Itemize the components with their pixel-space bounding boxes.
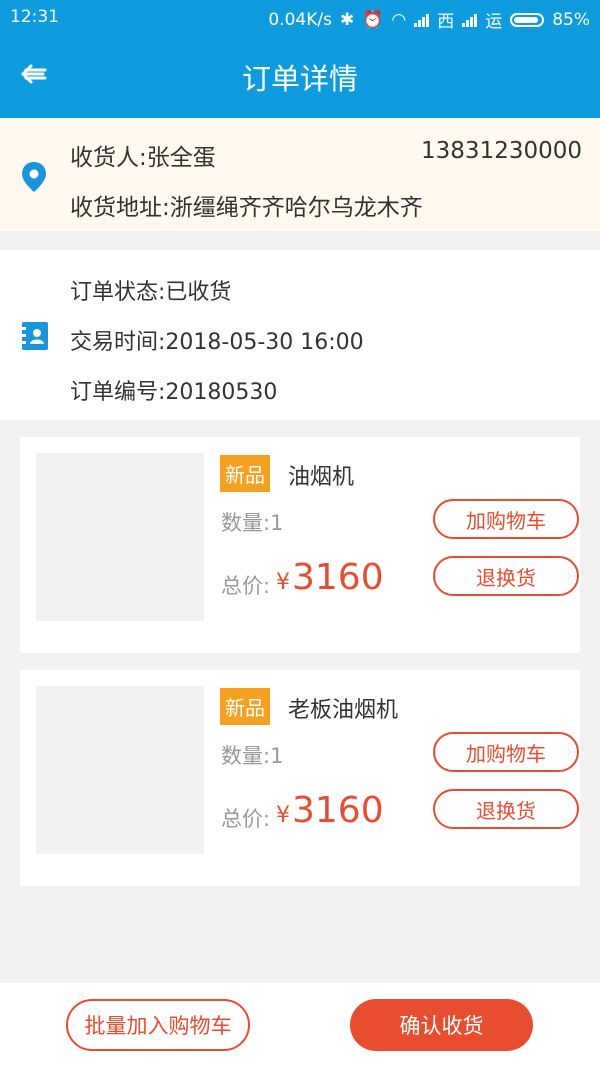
order-time: 交易时间:2018-05-30 16:00 <box>70 330 364 355</box>
return-exchange-button[interactable]: 退换货 <box>433 556 579 596</box>
product-name[interactable]: 油烟机 <box>288 459 354 491</box>
nav-bar: 订单详情 <box>0 34 600 118</box>
confirm-receipt-button[interactable]: 确认收货 <box>350 999 533 1051</box>
price-label: 总价: <box>221 807 271 831</box>
alarm-icon: ⏰ <box>362 9 384 30</box>
add-to-cart-button[interactable]: 加购物车 <box>433 499 579 539</box>
signal-icon <box>462 13 478 27</box>
contact-card-icon <box>22 322 48 350</box>
product-image[interactable] <box>36 686 204 854</box>
order-status: 订单状态:已收货 <box>70 280 232 305</box>
order-number: 订单编号:20180530 <box>70 380 278 405</box>
product-name[interactable]: 老板油烟机 <box>288 692 398 724</box>
carrier-2: 运 <box>485 12 503 32</box>
receiver-address: 收货地址:浙缰绳齐齐哈尔乌龙木齐 <box>70 195 423 221</box>
product-image[interactable] <box>36 453 204 621</box>
status-time: 12:31 <box>10 7 59 27</box>
product-price: 3160 <box>292 557 384 598</box>
product-price: 3160 <box>292 790 384 831</box>
status-bar: 12:31 0.04K/s ✱ ⏰ ◠ 西 运 85% <box>0 0 600 34</box>
bluetooth-icon: ✱ <box>339 9 355 30</box>
product-quantity: 数量:1 <box>221 511 284 535</box>
return-exchange-button[interactable]: 退换货 <box>433 789 579 829</box>
address-section[interactable]: 收货人:张全蛋 13831230000 收货地址:浙缰绳齐齐哈尔乌龙木齐 <box>0 118 600 231</box>
order-item-card: 新品 油烟机 数量:1 总价: ¥ 3160 加购物车 退换货 <box>20 437 580 653</box>
price-label: 总价: <box>221 574 271 598</box>
location-pin-icon <box>22 162 46 192</box>
order-item-card: 新品 老板油烟机 数量:1 总价: ¥ 3160 加购物车 退换货 <box>20 670 580 886</box>
batch-add-to-cart-button[interactable]: 批量加入购物车 <box>66 999 250 1051</box>
product-quantity: 数量:1 <box>221 744 284 768</box>
order-info-section: 订单状态:已收货 交易时间:2018-05-30 16:00 订单编号:2018… <box>0 250 600 420</box>
currency-symbol: ¥ <box>276 803 290 828</box>
new-badge: 新品 <box>220 688 270 725</box>
signal-icon <box>414 13 430 27</box>
network-speed: 0.04K/s <box>268 9 332 30</box>
bottom-action-bar: 批量加入购物车 确认收货 <box>0 983 600 1067</box>
page-title: 订单详情 <box>241 62 358 96</box>
new-badge: 新品 <box>220 455 270 492</box>
receiver-phone: 13831230000 <box>421 138 582 164</box>
battery-percent: 85% <box>552 9 590 30</box>
receiver-name: 收货人:张全蛋 <box>70 145 216 171</box>
add-to-cart-button[interactable]: 加购物车 <box>433 732 579 772</box>
wifi-icon: ◠ <box>391 9 407 30</box>
carrier-1: 西 <box>437 12 455 32</box>
currency-symbol: ¥ <box>276 570 290 595</box>
status-icons: 0.04K/s ✱ ⏰ ◠ 西 运 85% <box>268 7 590 33</box>
battery-icon <box>510 12 545 27</box>
